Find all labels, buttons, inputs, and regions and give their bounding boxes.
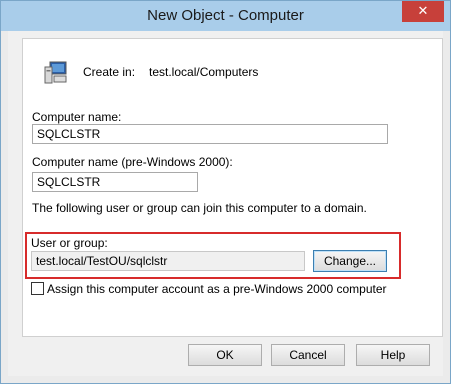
computer-name-input[interactable]: SQLCLSTR: [32, 124, 388, 144]
window-title: New Object - Computer: [147, 7, 304, 24]
computer-name-label: Computer name:: [32, 110, 122, 124]
help-button[interactable]: Help: [356, 344, 430, 366]
join-note: The following user or group can join thi…: [32, 201, 367, 215]
highlight-box: [25, 232, 401, 279]
pre2000-checkbox-label[interactable]: Assign this computer account as a pre-Wi…: [47, 282, 387, 296]
create-in-label: Create in:: [83, 65, 136, 79]
ok-button[interactable]: OK: [188, 344, 262, 366]
pre2000-name-input[interactable]: SQLCLSTR: [32, 172, 198, 192]
pre2000-name-value: SQLCLSTR: [37, 175, 101, 189]
close-icon: ✕: [417, 4, 429, 19]
pre2000-checkbox[interactable]: [31, 282, 44, 295]
create-in-path: test.local/Computers: [149, 65, 259, 79]
dialog-client: Create in: test.local/Computers Computer…: [8, 31, 443, 376]
pre2000-name-label: Computer name (pre-Windows 2000):: [32, 155, 233, 169]
computer-icon: [44, 61, 67, 84]
computer-name-value: SQLCLSTR: [37, 127, 101, 141]
cancel-button[interactable]: Cancel: [271, 344, 345, 366]
close-button[interactable]: ✕: [402, 1, 444, 22]
title-bar[interactable]: New Object - Computer ✕: [1, 1, 450, 31]
dialog-window: New Object - Computer ✕ Create in: test.…: [0, 0, 451, 384]
